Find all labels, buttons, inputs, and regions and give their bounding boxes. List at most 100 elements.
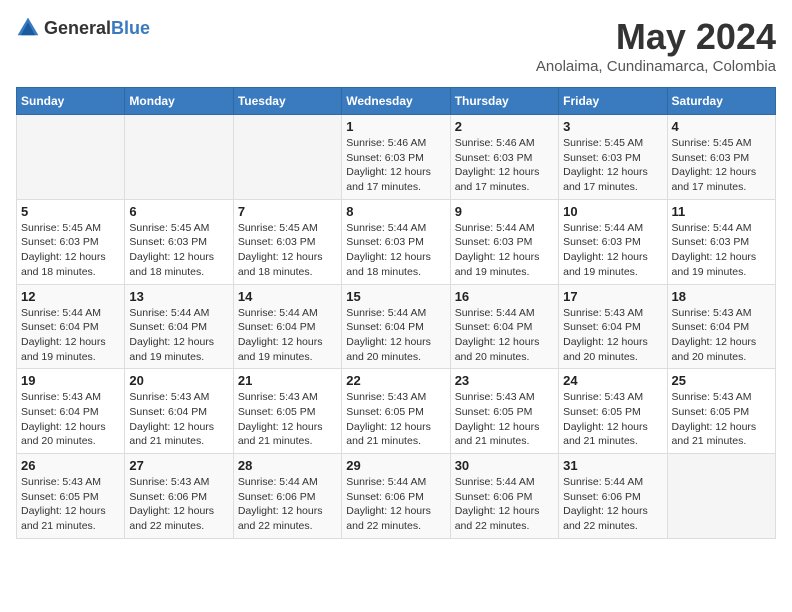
day-number: 25 bbox=[672, 373, 771, 388]
day-number: 16 bbox=[455, 289, 554, 304]
header-row: SundayMondayTuesdayWednesdayThursdayFrid… bbox=[17, 88, 776, 115]
calendar-week-row: 5 Sunrise: 5:45 AMSunset: 6:03 PMDaylight… bbox=[17, 199, 776, 284]
day-info: Sunrise: 5:45 AMSunset: 6:03 PMDaylight:… bbox=[21, 221, 120, 280]
day-info: Sunrise: 5:43 AMSunset: 6:05 PMDaylight:… bbox=[346, 390, 445, 449]
calendar-cell: 29 Sunrise: 5:44 AMSunset: 6:06 PMDayligh… bbox=[342, 454, 450, 539]
calendar-cell bbox=[233, 115, 341, 200]
day-info: Sunrise: 5:44 AMSunset: 6:06 PMDaylight:… bbox=[346, 475, 445, 534]
day-number: 6 bbox=[129, 204, 228, 219]
day-info: Sunrise: 5:43 AMSunset: 6:04 PMDaylight:… bbox=[129, 390, 228, 449]
calendar-week-row: 19Sunrise: 5:43 AMSunset: 6:04 PMDayligh… bbox=[17, 369, 776, 454]
day-info: Sunrise: 5:46 AMSunset: 6:03 PMDaylight:… bbox=[455, 136, 554, 195]
day-number: 20 bbox=[129, 373, 228, 388]
logo-text-blue: Blue bbox=[111, 18, 150, 38]
day-info: Sunrise: 5:44 AMSunset: 6:06 PMDaylight:… bbox=[563, 475, 662, 534]
day-number: 21 bbox=[238, 373, 337, 388]
calendar-cell: 26 Sunrise: 5:43 AMSunset: 6:05 PMDayligh… bbox=[17, 454, 125, 539]
day-info: Sunrise: 5:44 AMSunset: 6:06 PMDaylight:… bbox=[455, 475, 554, 534]
day-info: Sunrise: 5:46 AMSunset: 6:03 PMDaylight:… bbox=[346, 136, 445, 195]
calendar-cell: 31 Sunrise: 5:44 AMSunset: 6:06 PMDayligh… bbox=[559, 454, 667, 539]
day-info: Sunrise: 5:45 AMSunset: 6:03 PMDaylight:… bbox=[238, 221, 337, 280]
day-info: Sunrise: 5:43 AMSunset: 6:05 PMDaylight:… bbox=[455, 390, 554, 449]
day-info: Sunrise: 5:45 AMSunset: 6:03 PMDaylight:… bbox=[672, 136, 771, 195]
day-info: Sunrise: 5:44 AMSunset: 6:04 PMDaylight:… bbox=[346, 306, 445, 365]
day-number: 22 bbox=[346, 373, 445, 388]
logo-text-general: General bbox=[44, 18, 111, 38]
day-number: 2 bbox=[455, 119, 554, 134]
calendar-cell: 19Sunrise: 5:43 AMSunset: 6:04 PMDayligh… bbox=[17, 369, 125, 454]
calendar-cell: 25Sunrise: 5:43 AMSunset: 6:05 PMDayligh… bbox=[667, 369, 775, 454]
calendar-cell: 5 Sunrise: 5:45 AMSunset: 6:03 PMDaylight… bbox=[17, 199, 125, 284]
calendar-cell: 30 Sunrise: 5:44 AMSunset: 6:06 PMDayligh… bbox=[450, 454, 558, 539]
day-number: 28 bbox=[238, 458, 337, 473]
calendar-cell bbox=[17, 115, 125, 200]
day-info: Sunrise: 5:43 AMSunset: 6:05 PMDaylight:… bbox=[563, 390, 662, 449]
day-number: 3 bbox=[563, 119, 662, 134]
calendar-cell: 24Sunrise: 5:43 AMSunset: 6:05 PMDayligh… bbox=[559, 369, 667, 454]
calendar-cell: 4 Sunrise: 5:45 AMSunset: 6:03 PMDaylight… bbox=[667, 115, 775, 200]
day-header: Thursday bbox=[450, 88, 558, 115]
calendar-cell: 20 Sunrise: 5:43 AMSunset: 6:04 PMDayligh… bbox=[125, 369, 233, 454]
day-number: 5 bbox=[21, 204, 120, 219]
calendar-cell: 28 Sunrise: 5:44 AMSunset: 6:06 PMDayligh… bbox=[233, 454, 341, 539]
day-number: 13 bbox=[129, 289, 228, 304]
day-header: Monday bbox=[125, 88, 233, 115]
day-number: 4 bbox=[672, 119, 771, 134]
calendar-cell: 1 Sunrise: 5:46 AMSunset: 6:03 PMDaylight… bbox=[342, 115, 450, 200]
day-number: 31 bbox=[563, 458, 662, 473]
calendar-cell: 23 Sunrise: 5:43 AMSunset: 6:05 PMDayligh… bbox=[450, 369, 558, 454]
calendar-cell: 3 Sunrise: 5:45 AMSunset: 6:03 PMDaylight… bbox=[559, 115, 667, 200]
calendar-cell: 18Sunrise: 5:43 AMSunset: 6:04 PMDayligh… bbox=[667, 284, 775, 369]
day-number: 29 bbox=[346, 458, 445, 473]
logo-icon bbox=[16, 16, 40, 40]
calendar-cell: 15 Sunrise: 5:44 AMSunset: 6:04 PMDayligh… bbox=[342, 284, 450, 369]
logo: GeneralBlue bbox=[16, 16, 150, 40]
day-number: 26 bbox=[21, 458, 120, 473]
day-number: 23 bbox=[455, 373, 554, 388]
day-info: Sunrise: 5:44 AMSunset: 6:04 PMDaylight:… bbox=[238, 306, 337, 365]
day-info: Sunrise: 5:44 AMSunset: 6:06 PMDaylight:… bbox=[238, 475, 337, 534]
day-info: Sunrise: 5:44 AMSunset: 6:03 PMDaylight:… bbox=[455, 221, 554, 280]
day-header: Tuesday bbox=[233, 88, 341, 115]
day-info: Sunrise: 5:43 AMSunset: 6:04 PMDaylight:… bbox=[672, 306, 771, 365]
day-header: Wednesday bbox=[342, 88, 450, 115]
calendar-cell: 13 Sunrise: 5:44 AMSunset: 6:04 PMDayligh… bbox=[125, 284, 233, 369]
day-number: 10 bbox=[563, 204, 662, 219]
main-title: May 2024 bbox=[536, 16, 776, 58]
day-info: Sunrise: 5:43 AMSunset: 6:05 PMDaylight:… bbox=[238, 390, 337, 449]
day-number: 27 bbox=[129, 458, 228, 473]
calendar-cell: 16 Sunrise: 5:44 AMSunset: 6:04 PMDayligh… bbox=[450, 284, 558, 369]
calendar-cell: 27 Sunrise: 5:43 AMSunset: 6:06 PMDayligh… bbox=[125, 454, 233, 539]
day-number: 15 bbox=[346, 289, 445, 304]
day-info: Sunrise: 5:44 AMSunset: 6:03 PMDaylight:… bbox=[563, 221, 662, 280]
day-info: Sunrise: 5:43 AMSunset: 6:05 PMDaylight:… bbox=[21, 475, 120, 534]
day-info: Sunrise: 5:44 AMSunset: 6:03 PMDaylight:… bbox=[672, 221, 771, 280]
subtitle: Anolaima, Cundinamarca, Colombia bbox=[536, 58, 776, 75]
day-info: Sunrise: 5:43 AMSunset: 6:04 PMDaylight:… bbox=[563, 306, 662, 365]
day-info: Sunrise: 5:44 AMSunset: 6:04 PMDaylight:… bbox=[455, 306, 554, 365]
calendar-cell: 2 Sunrise: 5:46 AMSunset: 6:03 PMDaylight… bbox=[450, 115, 558, 200]
calendar-cell: 10 Sunrise: 5:44 AMSunset: 6:03 PMDayligh… bbox=[559, 199, 667, 284]
day-info: Sunrise: 5:43 AMSunset: 6:06 PMDaylight:… bbox=[129, 475, 228, 534]
calendar-cell: 12Sunrise: 5:44 AMSunset: 6:04 PMDayligh… bbox=[17, 284, 125, 369]
calendar-cell: 7Sunrise: 5:45 AMSunset: 6:03 PMDaylight… bbox=[233, 199, 341, 284]
day-number: 17 bbox=[563, 289, 662, 304]
day-number: 1 bbox=[346, 119, 445, 134]
calendar-cell bbox=[125, 115, 233, 200]
calendar-cell bbox=[667, 454, 775, 539]
calendar-cell: 14Sunrise: 5:44 AMSunset: 6:04 PMDayligh… bbox=[233, 284, 341, 369]
day-number: 8 bbox=[346, 204, 445, 219]
day-info: Sunrise: 5:45 AMSunset: 6:03 PMDaylight:… bbox=[563, 136, 662, 195]
day-number: 11 bbox=[672, 204, 771, 219]
calendar-week-row: 12Sunrise: 5:44 AMSunset: 6:04 PMDayligh… bbox=[17, 284, 776, 369]
calendar-week-row: 1 Sunrise: 5:46 AMSunset: 6:03 PMDaylight… bbox=[17, 115, 776, 200]
day-info: Sunrise: 5:44 AMSunset: 6:04 PMDaylight:… bbox=[129, 306, 228, 365]
calendar-week-row: 26 Sunrise: 5:43 AMSunset: 6:05 PMDayligh… bbox=[17, 454, 776, 539]
calendar-table: SundayMondayTuesdayWednesdayThursdayFrid… bbox=[16, 87, 776, 539]
day-number: 30 bbox=[455, 458, 554, 473]
calendar-cell: 17 Sunrise: 5:43 AMSunset: 6:04 PMDayligh… bbox=[559, 284, 667, 369]
calendar-cell: 11 Sunrise: 5:44 AMSunset: 6:03 PMDayligh… bbox=[667, 199, 775, 284]
day-info: Sunrise: 5:44 AMSunset: 6:03 PMDaylight:… bbox=[346, 221, 445, 280]
calendar-cell: 22 Sunrise: 5:43 AMSunset: 6:05 PMDayligh… bbox=[342, 369, 450, 454]
title-area: May 2024 Anolaima, Cundinamarca, Colombi… bbox=[536, 16, 776, 75]
